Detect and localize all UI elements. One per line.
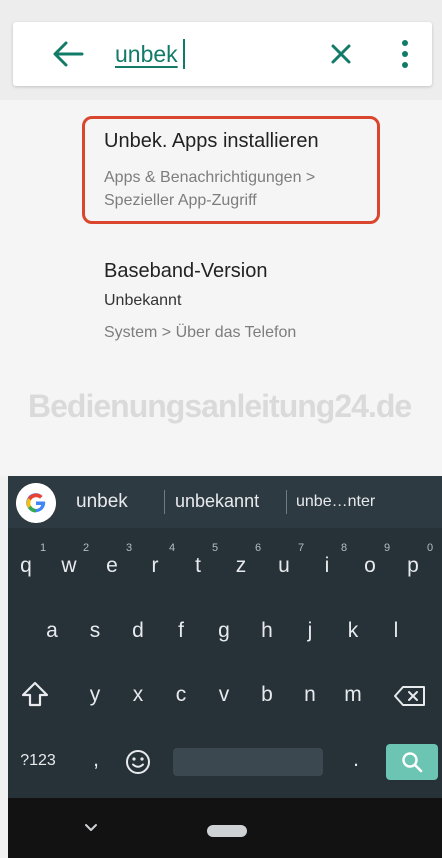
result-path: System > Über das Telefon xyxy=(104,324,297,341)
key-w[interactable]: w xyxy=(51,554,87,578)
home-pill[interactable] xyxy=(207,825,247,837)
key-hint: 3 xyxy=(125,542,133,554)
key-d[interactable]: d xyxy=(120,619,156,643)
clear-icon[interactable] xyxy=(329,42,353,66)
navigation-bar xyxy=(8,798,442,858)
key-hint: 7 xyxy=(297,542,305,554)
key-hint: 6 xyxy=(254,542,262,554)
suggestion-strip: unbek unbekannt unbe…nter xyxy=(8,476,442,528)
result-value: Unbekannt xyxy=(104,292,182,309)
key-y[interactable]: y xyxy=(77,683,113,707)
suggestion-3[interactable]: unbe…nter xyxy=(296,493,375,511)
key-a[interactable]: a xyxy=(34,619,70,643)
result-path-line1: Apps & Benachrichtigungen > xyxy=(104,169,316,186)
period-key[interactable]: . xyxy=(338,748,374,772)
result-title: Unbek. Apps installieren xyxy=(104,130,319,152)
search-key[interactable] xyxy=(386,744,438,780)
key-hint: 9 xyxy=(383,542,391,554)
key-i[interactable]: i xyxy=(309,554,345,578)
key-s[interactable]: s xyxy=(77,619,113,643)
key-u[interactable]: u xyxy=(266,554,302,578)
search-bar: unbek xyxy=(13,22,432,86)
symbols-key[interactable]: ?123 xyxy=(12,752,64,770)
key-g[interactable]: g xyxy=(206,619,242,643)
key-hint: 0 xyxy=(426,542,434,554)
key-o[interactable]: o xyxy=(352,554,388,578)
key-r[interactable]: r xyxy=(137,554,173,578)
search-results: Unbek. Apps installieren Apps & Benachri… xyxy=(0,100,442,476)
emoji-icon[interactable] xyxy=(124,748,152,776)
key-x[interactable]: x xyxy=(120,683,156,707)
more-options-icon[interactable] xyxy=(399,38,411,70)
suggestion-1[interactable]: unbek xyxy=(76,491,128,513)
key-v[interactable]: v xyxy=(206,683,242,707)
watermark: Bedienungsanleitung24.de xyxy=(28,388,412,424)
text-cursor xyxy=(183,39,185,69)
suggestion-2[interactable]: unbekannt xyxy=(175,491,259,512)
key-p[interactable]: p xyxy=(395,554,431,578)
result-path: Apps & Benachrichtigungen > Spezieller A… xyxy=(104,166,384,212)
key-k[interactable]: k xyxy=(335,619,371,643)
key-hint: 2 xyxy=(82,542,90,554)
key-j[interactable]: j xyxy=(292,619,328,643)
suggestion-divider xyxy=(286,490,287,514)
search-input[interactable]: unbek xyxy=(115,41,178,68)
suggestion-divider xyxy=(164,490,165,514)
key-h[interactable]: h xyxy=(249,619,285,643)
key-f[interactable]: f xyxy=(163,619,199,643)
key-l[interactable]: l xyxy=(378,619,414,643)
key-t[interactable]: t xyxy=(180,554,216,578)
backspace-icon[interactable] xyxy=(392,684,428,708)
key-m[interactable]: m xyxy=(335,683,371,707)
back-arrow-icon[interactable] xyxy=(51,38,85,70)
key-c[interactable]: c xyxy=(163,683,199,707)
comma-key[interactable]: , xyxy=(78,748,114,772)
spacebar[interactable] xyxy=(173,748,323,776)
key-n[interactable]: n xyxy=(292,683,328,707)
key-hint: 8 xyxy=(340,542,348,554)
result-title: Baseband-Version xyxy=(104,260,268,282)
hide-keyboard-chevron-icon[interactable] xyxy=(83,822,99,834)
keyboard: unbek unbekannt unbe…nter q w e r t z u … xyxy=(8,476,442,798)
search-icon xyxy=(402,752,423,773)
key-hint: 1 xyxy=(39,542,47,554)
key-q[interactable]: q xyxy=(8,554,44,578)
google-icon[interactable] xyxy=(16,483,56,523)
key-hint: 5 xyxy=(211,542,219,554)
result-path-line2: Spezieller App-Zugriff xyxy=(104,192,257,209)
key-z[interactable]: z xyxy=(223,554,259,578)
shift-icon[interactable] xyxy=(20,680,50,708)
key-hint: 4 xyxy=(168,542,176,554)
key-b[interactable]: b xyxy=(249,683,285,707)
key-e[interactable]: e xyxy=(94,554,130,578)
